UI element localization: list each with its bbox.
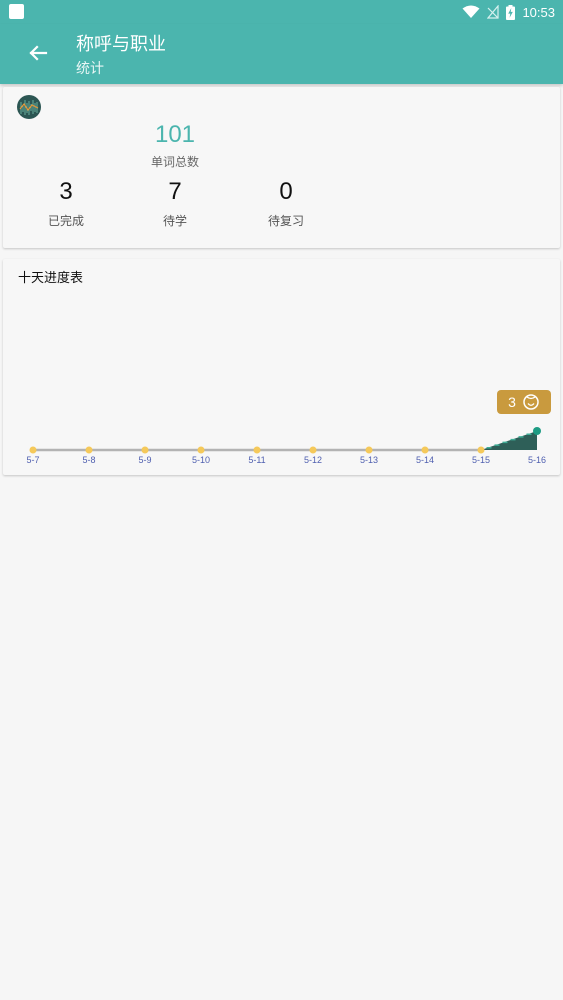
data-point xyxy=(253,446,261,454)
page-title: 称呼与职业 xyxy=(76,34,166,55)
stat-value: 7 xyxy=(168,178,182,205)
stat-label: 待学 xyxy=(162,214,187,228)
status-time: 10:53 xyxy=(522,4,555,20)
progress-card: 十天进度表 5-7 5-8 5-9 5-10 5-11 5-12 5-13 5-14 5-15 5… xyxy=(3,259,560,475)
battery-charging-icon xyxy=(506,4,516,20)
no-signal-icon xyxy=(487,5,500,19)
stat-value: 3 xyxy=(59,178,73,205)
x-tick-label: 5-16 xyxy=(528,455,546,465)
total-words-value: 101 xyxy=(154,121,196,148)
data-point xyxy=(533,427,541,435)
arrow-left-icon[interactable] xyxy=(24,38,54,68)
x-tick-label: 5-14 xyxy=(416,455,434,465)
x-tick-label: 5-11 xyxy=(248,455,265,465)
x-tick-label: 5-13 xyxy=(360,455,378,465)
x-tick-label: 5-10 xyxy=(192,455,210,465)
stat-label: 已完成 xyxy=(47,214,84,228)
x-tick-label: 5-15 xyxy=(472,455,490,465)
data-point xyxy=(141,446,149,454)
avatar-icon xyxy=(17,95,41,119)
data-point xyxy=(29,446,37,454)
page-subtitle: 统计 xyxy=(76,61,104,77)
data-point xyxy=(309,446,317,454)
data-point xyxy=(421,446,429,454)
stat-label: 待复习 xyxy=(267,214,304,228)
stat-completed: 3 已完成 xyxy=(21,178,111,229)
stat-value: 0 xyxy=(279,178,293,205)
data-point xyxy=(477,446,485,454)
x-tick-label: 5-9 xyxy=(138,455,151,465)
wifi-icon xyxy=(462,5,480,18)
x-tick-label: 5-8 xyxy=(82,455,95,465)
app-bar: 称呼与职业 统计 xyxy=(0,24,563,84)
x-tick-label: 5-12 xyxy=(304,455,322,465)
app-notification-icon xyxy=(9,4,24,19)
total-words-label: 单词总数 xyxy=(150,155,199,169)
stat-to-learn: 7 待学 xyxy=(130,178,220,229)
data-point xyxy=(197,446,205,454)
stat-to-review: 0 待复习 xyxy=(241,178,331,229)
data-point xyxy=(365,446,373,454)
data-point xyxy=(85,446,93,454)
tooltip-value: 3 xyxy=(508,394,516,410)
summary-card: 101 单词总数 3 已完成 7 待学 0 待复习 xyxy=(3,87,560,248)
x-tick-label: 5-7 xyxy=(26,455,39,465)
progress-chart: 5-7 5-8 5-9 5-10 5-11 5-12 5-13 5-14 5-15 5-16 3 xyxy=(26,390,551,465)
status-bar: 10:53 xyxy=(0,0,563,24)
